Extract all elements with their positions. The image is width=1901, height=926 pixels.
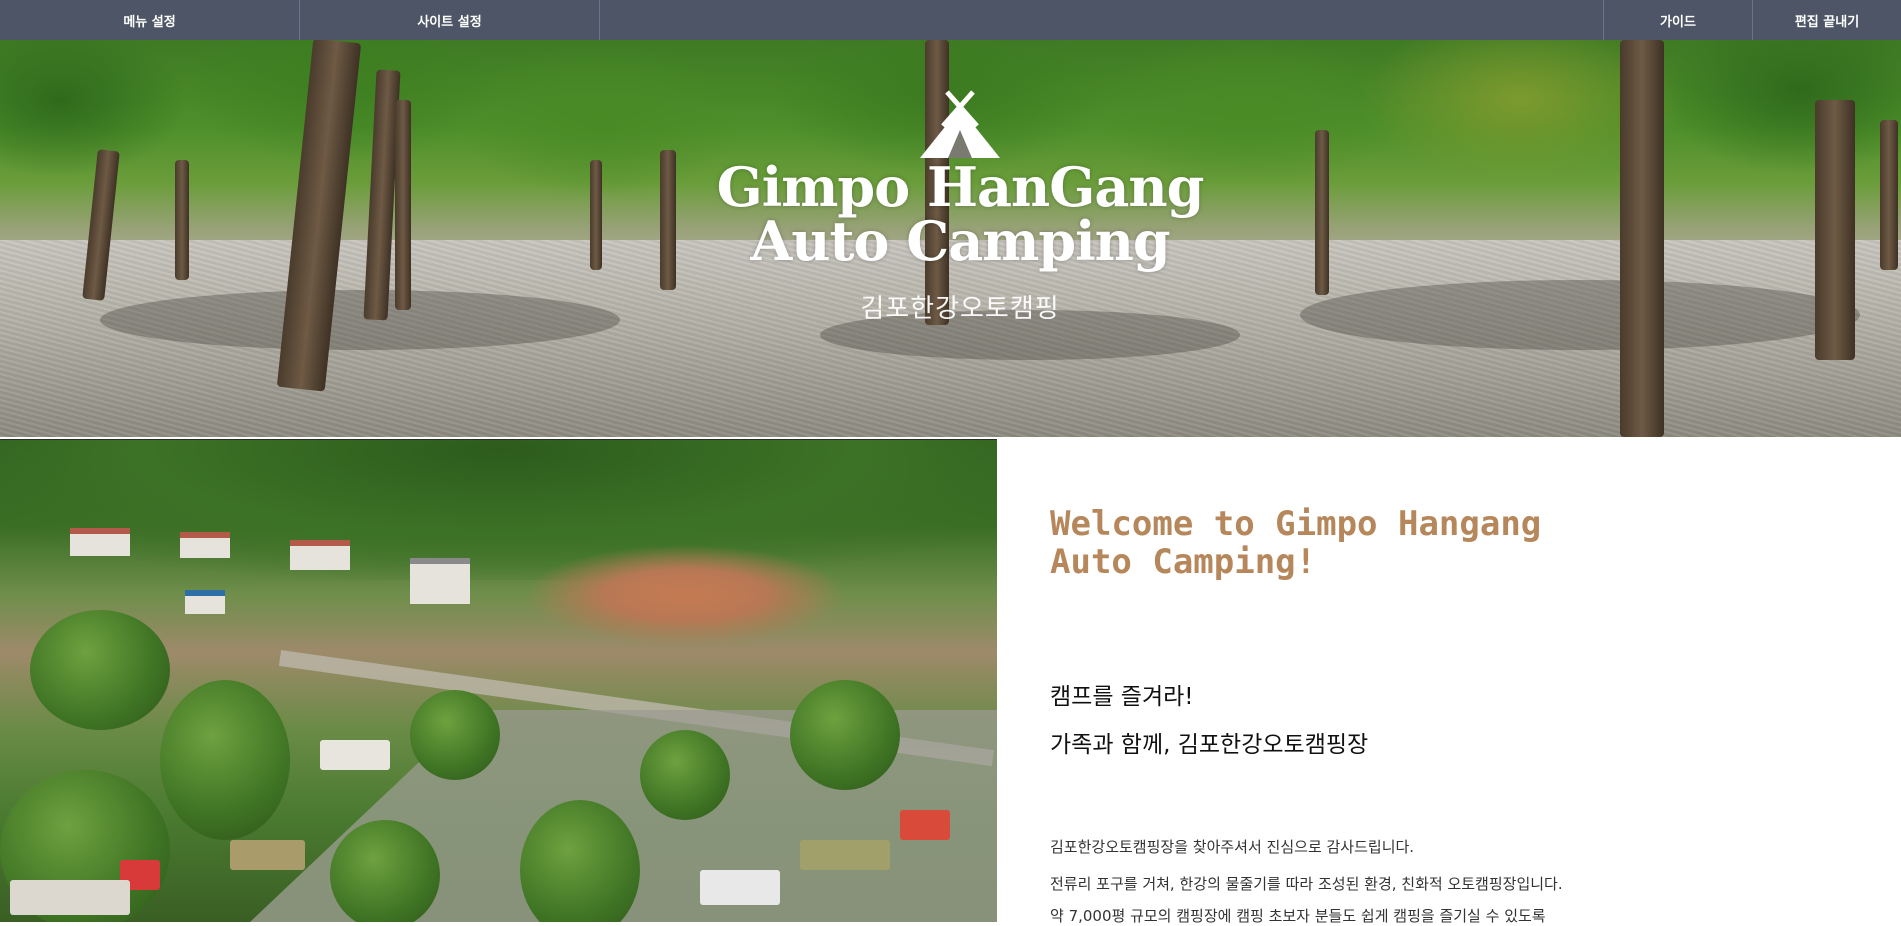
tent-icon — [920, 90, 1000, 158]
admin-toolbar: 메뉴 설정 사이트 설정 가이드 편집 끝내기 — [0, 0, 1901, 40]
photo-tree — [790, 680, 900, 790]
site-logo[interactable]: Gimpo HanGang Auto Camping 김포한강오토캠핑 — [700, 90, 1220, 325]
photo-tree — [640, 730, 730, 820]
photo-tree — [160, 680, 290, 840]
intro-paragraph-1: 김포한강오토캠핑장을 찾아주셔서 진심으로 감사드립니다. — [1050, 838, 1415, 856]
photo-tent — [900, 810, 950, 840]
photo-house — [185, 590, 225, 614]
welcome-heading: Welcome to Gimpo Hangang Auto Camping! — [1050, 504, 1542, 582]
hero-banner: Gimpo HanGang Auto Camping 김포한강오토캠핑 — [0, 40, 1901, 437]
photo-dirt-slope — [520, 535, 850, 655]
welcome-subtitle-1: 캠프를 즐겨라! — [1050, 684, 1194, 710]
intro-paragraph-3: 약 7,000평 규모의 캠핑장에 캠핑 초보자 분들도 쉽게 캠핑을 즐기실 … — [1050, 907, 1546, 925]
guide-button[interactable]: 가이드 — [1604, 0, 1753, 40]
tree-trunk — [1880, 120, 1898, 270]
menu-settings-button[interactable]: 메뉴 설정 — [0, 0, 300, 40]
photo-tent — [700, 870, 780, 905]
tree-trunk — [1620, 40, 1664, 437]
welcome-subtitle-2: 가족과 함께, 김포한강오토캠핑장 — [1050, 732, 1369, 758]
logo-korean-name: 김포한강오토캠핑 — [860, 294, 1060, 324]
photo-house — [180, 532, 230, 558]
tree-trunk — [175, 160, 189, 280]
photo-tent — [800, 840, 890, 870]
photo-house — [290, 540, 350, 570]
photo-tree — [410, 690, 500, 780]
photo-tent — [320, 740, 390, 770]
campsite-aerial-photo — [0, 439, 997, 922]
logo-title-line2: Auto Camping — [750, 209, 1170, 273]
photo-tree — [30, 610, 170, 730]
tree-trunk — [1315, 130, 1329, 295]
intro-paragraph-2: 전류리 포구를 거쳐, 한강의 물줄기를 따라 조성된 환경, 친화적 오토캠핑… — [1050, 875, 1563, 893]
tree-trunk — [395, 100, 411, 310]
site-settings-button[interactable]: 사이트 설정 — [300, 0, 600, 40]
tree-trunk — [590, 160, 602, 270]
tree-trunk — [660, 150, 676, 290]
logo-title-line1: Gimpo HanGang — [716, 155, 1205, 219]
toolbar-spacer — [600, 0, 1604, 40]
end-edit-button[interactable]: 편집 끝내기 — [1753, 0, 1901, 40]
tree-shadow — [100, 290, 620, 350]
tree-shadow — [1300, 280, 1860, 350]
photo-house — [70, 528, 130, 556]
photo-tent — [10, 880, 130, 915]
welcome-section: Welcome to Gimpo Hangang Auto Camping! 캠… — [1050, 439, 1870, 925]
photo-tent — [230, 840, 305, 870]
photo-house — [410, 558, 470, 604]
photo-tree — [330, 820, 440, 922]
tree-trunk — [1815, 100, 1855, 360]
